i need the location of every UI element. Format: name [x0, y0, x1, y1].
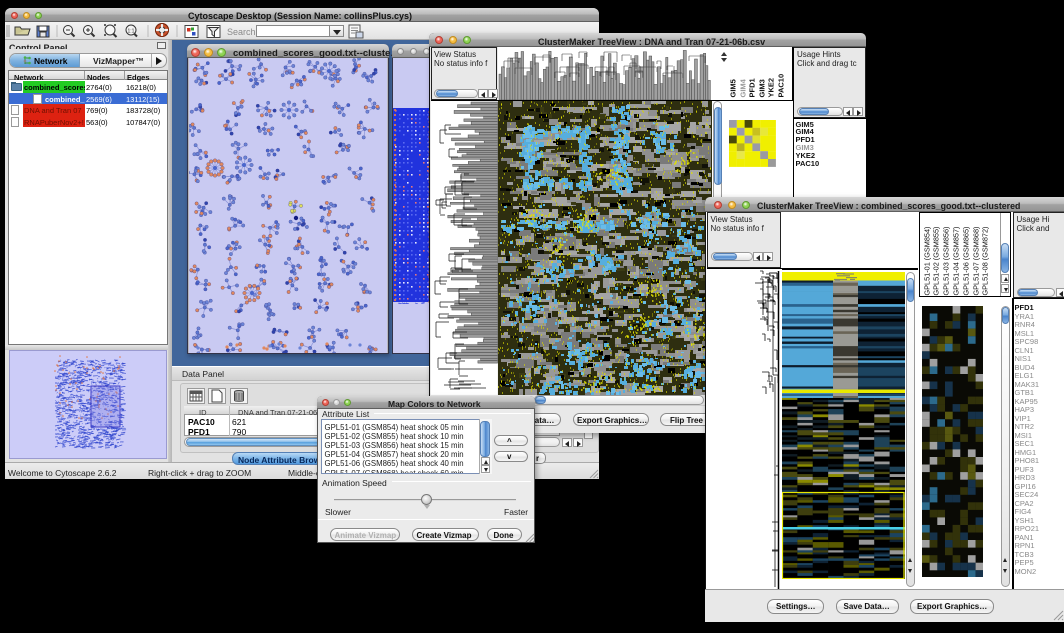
- svg-text:1:1: 1:1: [128, 29, 135, 35]
